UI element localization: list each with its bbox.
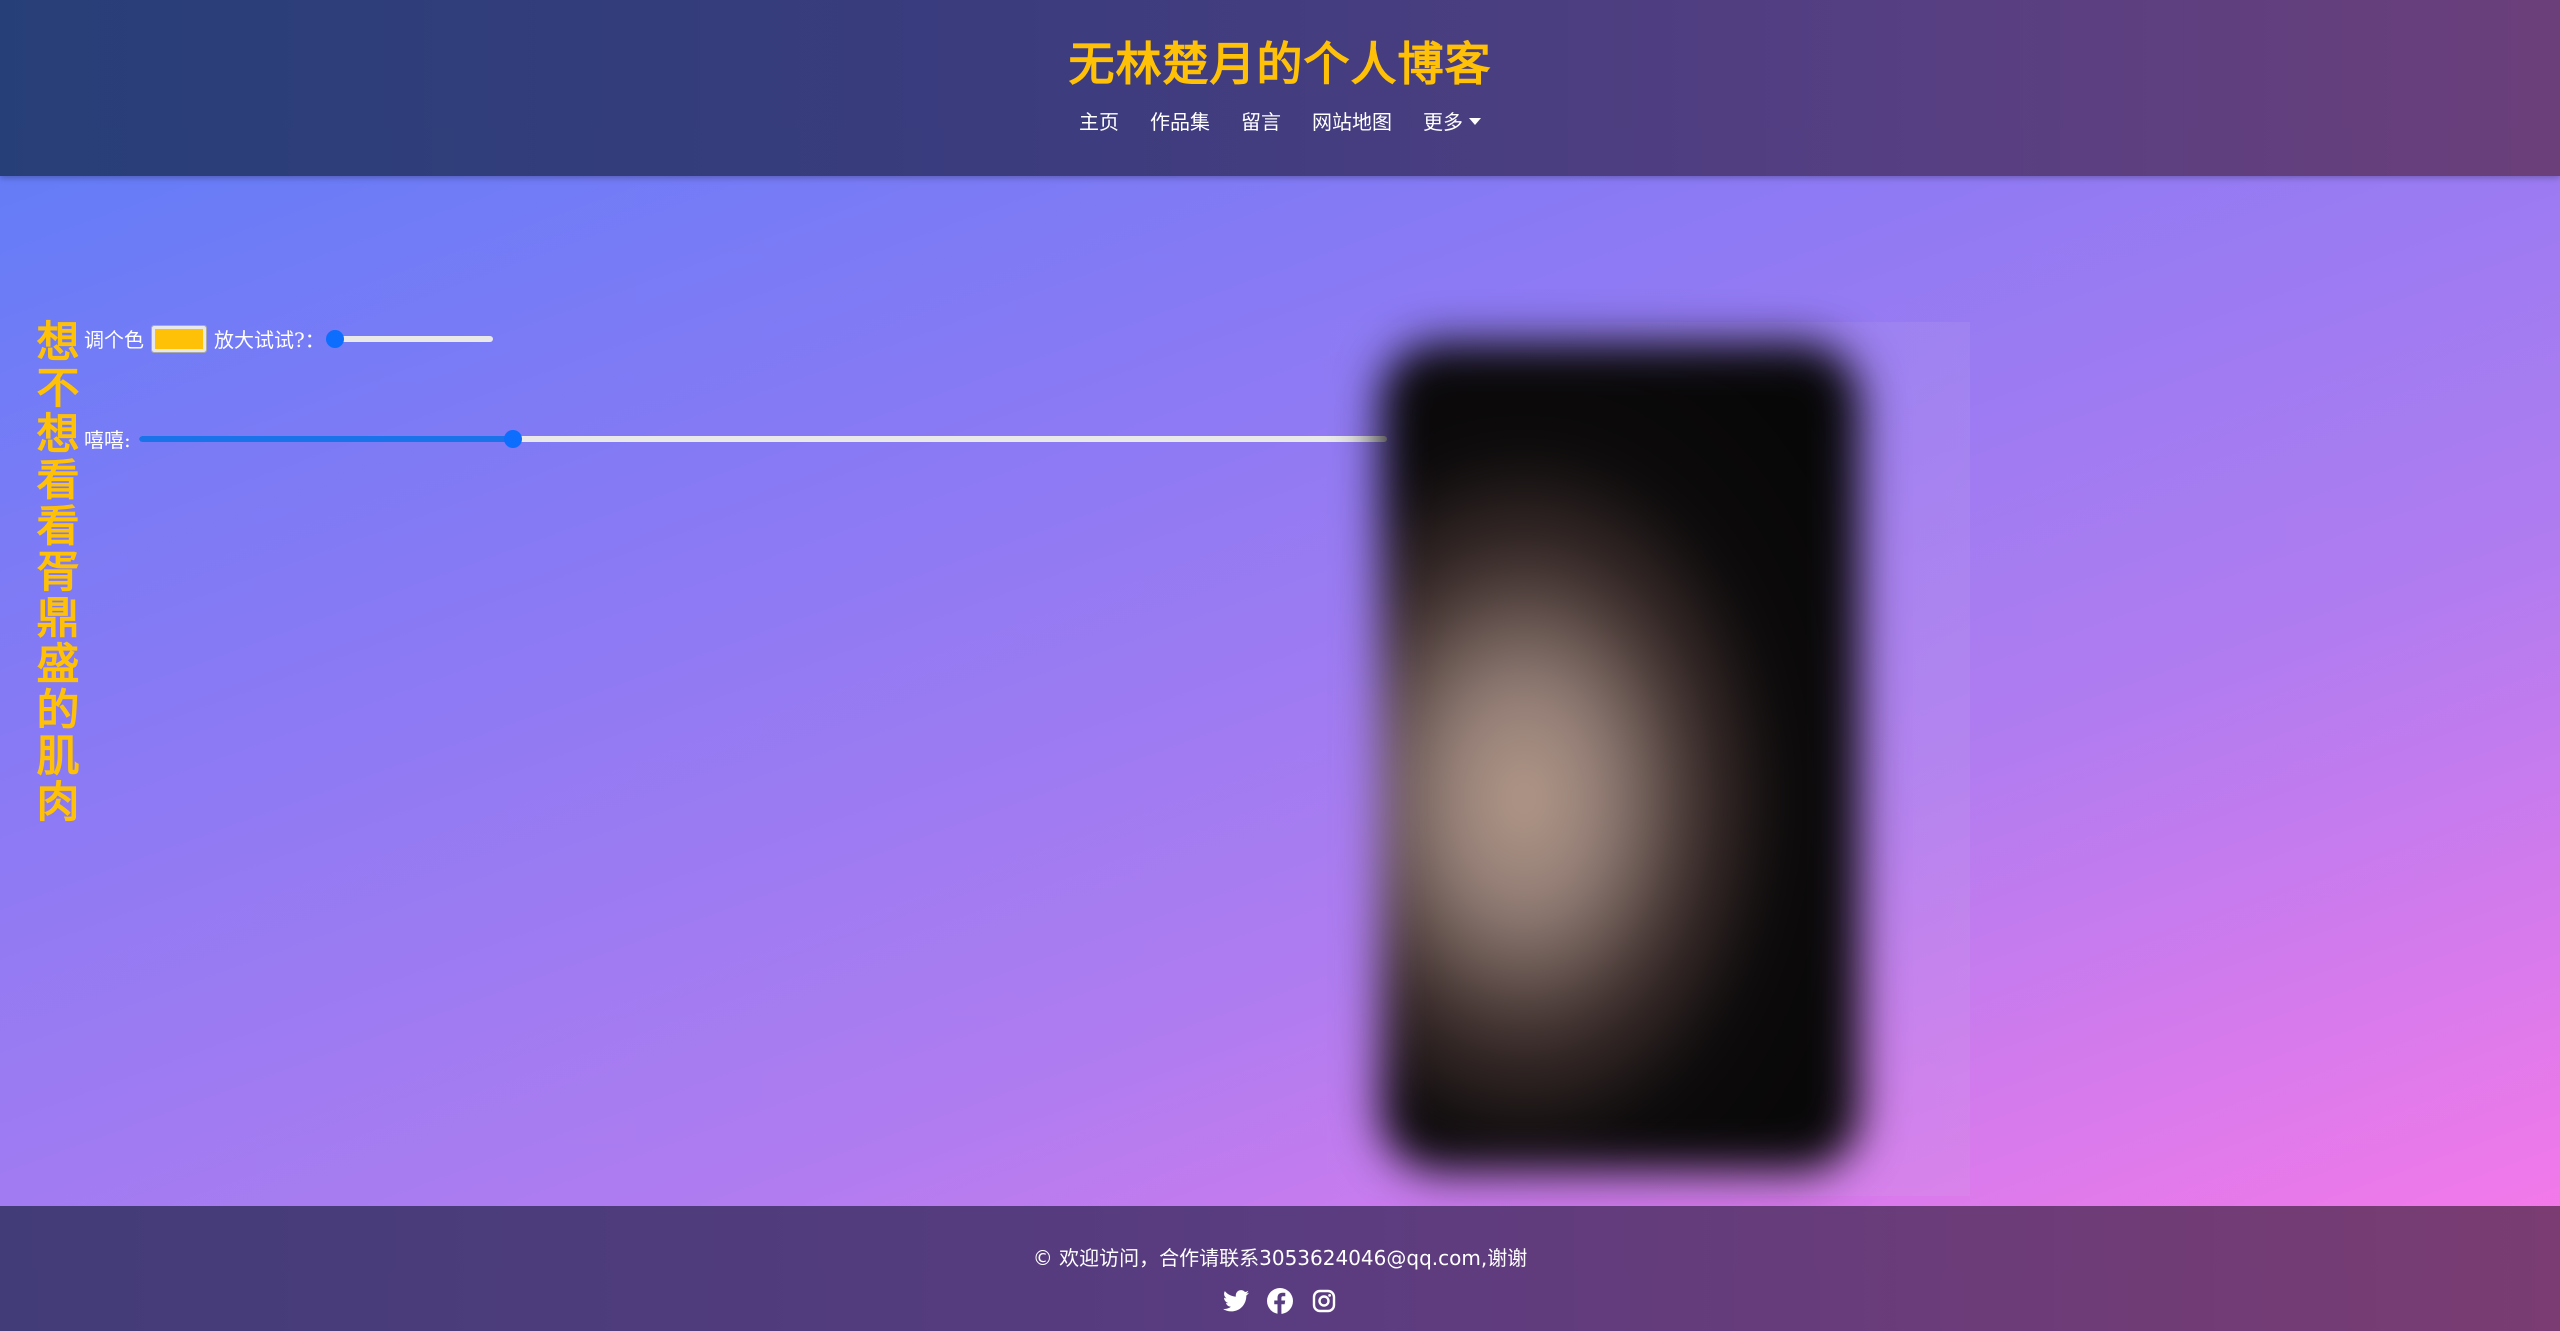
facebook-icon[interactable] [1267,1288,1293,1314]
footer-contact-text: © 欢迎访问，合作请联系3053624046@qq.com,谢谢 [1032,1246,1528,1270]
twitter-icon[interactable] [1223,1288,1249,1314]
zoom-slider-thumb[interactable] [325,329,344,348]
xixi-slider-thumb[interactable] [504,429,523,448]
nav-sitemap[interactable]: 网站地图 [1312,106,1392,135]
zoom-slider[interactable] [325,329,493,348]
site-header: 无林楚月的个人博客 主页 作品集 留言 网站地图 更多 [0,0,2560,176]
vertical-heading: 想不想看看胥鼎盛的肌肉 [36,318,80,828]
xixi-slider[interactable] [138,429,1387,448]
main-nav: 主页 作品集 留言 网站地图 更多 [0,106,2560,135]
color-label: 调个色 [84,328,144,352]
nav-guestbook[interactable]: 留言 [1241,106,1281,135]
nav-home[interactable]: 主页 [1079,106,1119,135]
color-picker[interactable] [151,324,207,353]
controls-row-xixi: 嘻嘻: [84,424,1387,453]
social-links [0,1288,2560,1314]
caret-down-icon [1469,118,1481,125]
site-footer: © 欢迎访问，合作请联系3053624046@qq.com,谢谢 [0,1206,2560,1331]
nav-more-dropdown[interactable]: 更多 [1423,106,1481,135]
nav-more-label: 更多 [1423,110,1463,134]
nav-portfolio[interactable]: 作品集 [1150,106,1210,135]
blurred-photo [1310,322,1970,1196]
blurred-photo-image [1380,342,1860,1172]
xixi-slider-fill [138,435,514,442]
instagram-icon[interactable] [1311,1288,1337,1314]
xixi-label: 嘻嘻: [84,428,131,452]
zoom-label: 放大试试?： [214,328,325,352]
site-title: 无林楚月的个人博客 [1068,37,1492,91]
controls-row-color-zoom: 调个色 放大试试?： [84,324,493,353]
